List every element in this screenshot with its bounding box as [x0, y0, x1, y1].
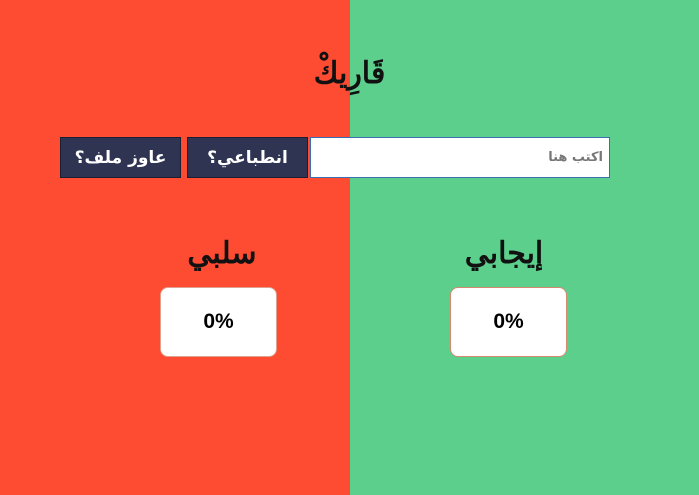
analyze-button[interactable]: انطباعي؟: [187, 137, 308, 178]
negative-score-box: 0%: [160, 287, 277, 357]
text-input[interactable]: [310, 137, 610, 178]
negative-score-value: 0%: [203, 310, 234, 333]
negative-heading: سلبي: [187, 236, 257, 271]
positive-heading: إيجابي: [464, 236, 544, 271]
file-upload-button[interactable]: عاوز ملف؟: [60, 137, 181, 178]
positive-score-value: 0%: [493, 310, 524, 333]
app-title: قَارِيكْ: [313, 56, 386, 91]
positive-score-box: 0%: [450, 287, 567, 357]
